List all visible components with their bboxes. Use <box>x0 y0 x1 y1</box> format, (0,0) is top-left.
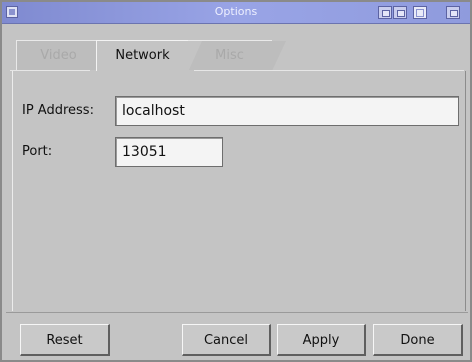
options-window: Options Video Misc Network IP Address: P… <box>0 0 472 362</box>
ip-address-field[interactable] <box>115 96 459 126</box>
ip-address-label: IP Address: <box>22 103 94 118</box>
cancel-button[interactable]: Cancel <box>182 324 271 356</box>
port-field[interactable] <box>115 137 223 167</box>
iconify-icon[interactable] <box>378 6 392 19</box>
close-icon[interactable] <box>446 6 460 19</box>
tab-network-label: Network <box>115 48 170 63</box>
depth-icon[interactable] <box>413 6 427 19</box>
done-button[interactable]: Done <box>373 324 463 356</box>
reset-button[interactable]: Reset <box>20 324 110 356</box>
port-label: Port: <box>22 144 53 159</box>
tab-misc-label: Misc <box>215 48 244 63</box>
zoom-icon[interactable] <box>393 6 407 19</box>
tab-strip: Video Misc Network <box>8 40 468 72</box>
apply-button[interactable]: Apply <box>277 324 366 356</box>
tab-network[interactable]: Network <box>96 40 202 72</box>
title-bar[interactable]: Options <box>2 2 470 24</box>
tab-video[interactable]: Video <box>16 40 114 71</box>
tab-video-label: Video <box>40 48 77 63</box>
